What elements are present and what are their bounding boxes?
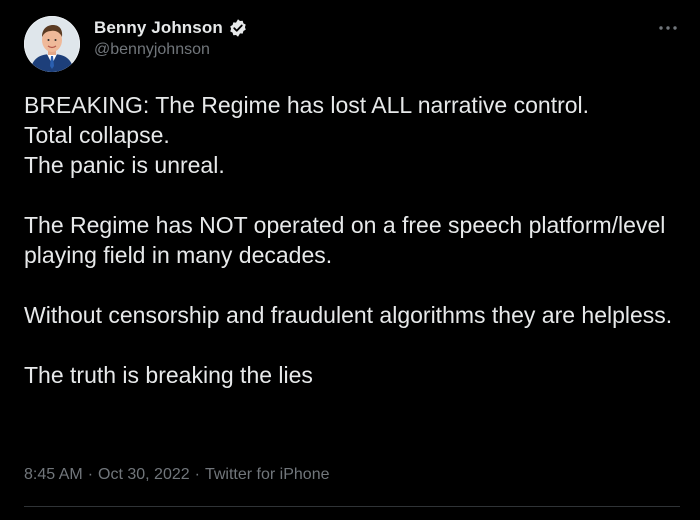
tweet-card: Benny Johnson @bennyjohnson BREAKING: Th… — [0, 0, 700, 520]
verified-badge-icon — [228, 18, 248, 38]
tweet-text: BREAKING: The Regime has lost ALL narrat… — [24, 92, 673, 388]
author-display-name[interactable]: Benny Johnson — [94, 18, 223, 38]
tweet-time[interactable]: 8:45 AM — [24, 466, 83, 484]
tweet-source[interactable]: Twitter for iPhone — [205, 466, 330, 484]
meta-separator: · — [87, 466, 94, 483]
tweet-header: Benny Johnson @bennyjohnson — [24, 16, 248, 72]
more-options-icon[interactable] — [656, 18, 680, 38]
author-name-row: Benny Johnson — [94, 18, 248, 38]
tweet-metadata: 8:45 AM · Oct 30, 2022 · Twitter for iPh… — [24, 466, 329, 484]
meta-separator: · — [194, 466, 200, 483]
author-handle[interactable]: @bennyjohnson — [94, 41, 248, 59]
divider — [24, 506, 680, 507]
author-names: Benny Johnson @bennyjohnson — [94, 18, 248, 59]
author-avatar[interactable] — [24, 16, 80, 72]
tweet-date[interactable]: Oct 30, 2022 — [98, 466, 190, 484]
